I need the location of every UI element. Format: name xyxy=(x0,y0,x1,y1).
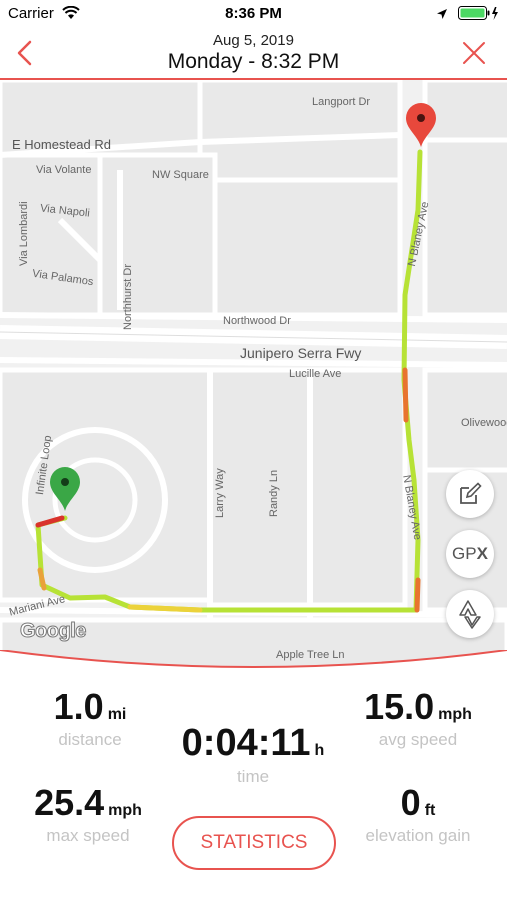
street-label: E Homestead Rd xyxy=(12,137,111,152)
elevation-unit: ft xyxy=(424,802,436,819)
ride-title: Monday - 8:32 PM xyxy=(167,50,340,73)
status-clock: 8:36 PM xyxy=(225,5,282,22)
distance-label: distance xyxy=(58,730,122,749)
ride-header: Aug 5, 2019 Monday - 8:32 PM xyxy=(0,28,507,80)
distance-unit: mi xyxy=(107,706,127,723)
elevation-label: elevation gain xyxy=(365,826,471,845)
strava-icon xyxy=(459,600,481,629)
edit-icon xyxy=(460,482,482,504)
street-label: Larry Way xyxy=(214,468,226,518)
street-label: Via Lombardi xyxy=(18,201,30,266)
elevation-value: 0 xyxy=(400,782,421,823)
distance-value: 1.0 xyxy=(53,686,104,727)
avg-speed-value: 15.0 xyxy=(364,686,435,727)
start-pin-icon xyxy=(50,467,80,511)
google-logo: Google xyxy=(20,620,87,643)
time-unit: h xyxy=(314,742,325,759)
elevation-stat: 0 ft elevation gain xyxy=(348,782,488,846)
close-icon xyxy=(463,42,485,64)
street-label: Lucille Ave xyxy=(289,368,342,380)
time-label: time xyxy=(236,767,270,786)
status-bar: Carrier 8:36 PM xyxy=(0,0,507,28)
avg-speed-unit: mph xyxy=(438,706,472,723)
end-pin-icon xyxy=(406,103,436,147)
max-speed-stat: 25.4 mph max speed xyxy=(18,782,158,846)
battery-icon xyxy=(458,6,500,27)
location-arrow-icon xyxy=(436,7,448,25)
route-map[interactable]: Ca E Homestead Rd Via Volante Via Napoli… xyxy=(0,80,507,670)
street-label: Langport Dr xyxy=(312,96,371,108)
street-label: Randy Ln xyxy=(268,469,280,517)
edit-button[interactable] xyxy=(446,470,494,518)
time-stat: 0:04:11 h time xyxy=(163,722,343,787)
max-speed-value: 25.4 xyxy=(34,782,105,823)
street-label: Northwood Dr xyxy=(223,315,291,327)
avg-speed-label: avg speed xyxy=(378,730,458,749)
gpx-export-button[interactable]: GPX xyxy=(446,530,494,578)
gpx-icon: GPX xyxy=(452,544,488,563)
max-speed-label: max speed xyxy=(46,826,130,845)
max-speed-unit: mph xyxy=(108,802,142,819)
panel-curve xyxy=(0,650,507,680)
street-label: Junipero Serra Fwy xyxy=(240,345,362,361)
close-button[interactable] xyxy=(460,38,488,68)
street-label: NW Square xyxy=(152,169,209,181)
stats-panel: 1.0 mi distance 15.0 mph avg speed 0:04:11… xyxy=(0,650,507,900)
strava-button[interactable] xyxy=(446,590,494,638)
ride-date: Aug 5, 2019 xyxy=(213,32,294,49)
street-label: Northhurst Dr xyxy=(122,263,134,330)
avg-speed-stat: 15.0 mph avg speed xyxy=(348,686,488,750)
time-value: 0:04:11 xyxy=(181,722,311,764)
street-label: Olivewood xyxy=(461,417,507,429)
distance-stat: 1.0 mi distance xyxy=(30,686,150,750)
street-label: Via Volante xyxy=(36,164,92,176)
statistics-button[interactable]: STATISTICS xyxy=(172,816,336,870)
